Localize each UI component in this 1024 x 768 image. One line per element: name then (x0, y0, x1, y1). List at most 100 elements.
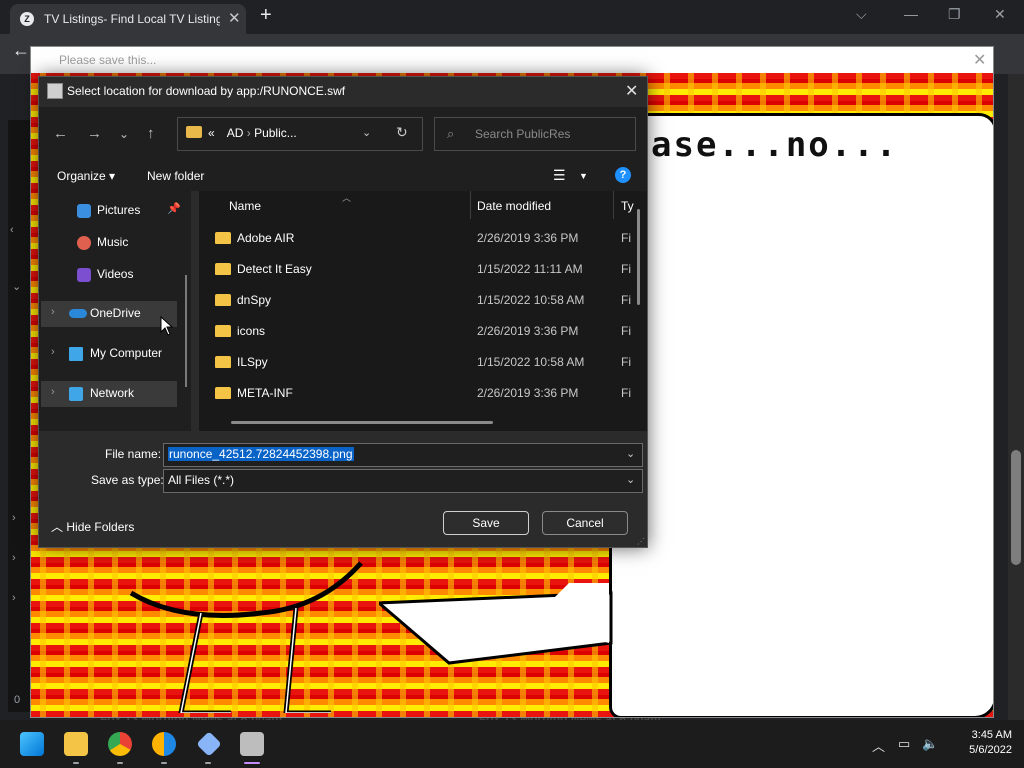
page-scrollbar-thumb[interactable] (1011, 450, 1021, 565)
chevron-down-icon[interactable]: ⌄ (626, 447, 635, 460)
sort-ascending-icon: ︿ (342, 193, 352, 203)
restore-button[interactable]: ❐ (948, 6, 961, 23)
chevron-right-icon[interactable]: › (12, 592, 16, 604)
folder-icon (215, 263, 231, 275)
flash-app-icon[interactable] (240, 732, 264, 756)
help-icon[interactable]: ? (615, 167, 631, 183)
breadcrumb-ad[interactable]: AD (227, 126, 244, 140)
new-tab-button[interactable]: + (260, 5, 272, 25)
file-list: ︿ Name Date modified Ty Adobe AIR 2/26/2… (199, 191, 647, 431)
chevron-right-icon[interactable]: › (12, 512, 16, 524)
tab-search-icon[interactable]: ⌵ (856, 6, 867, 23)
save-file-dialog: Select location for download by app:/RUN… (38, 76, 648, 548)
file-row[interactable]: icons 2/26/2019 3:36 PM Fi (209, 316, 631, 346)
dialog-close-icon[interactable]: ✕ (625, 81, 638, 101)
page-left-panel: ‹ ⌄ › › › 0 (8, 120, 30, 712)
back-arrow-icon[interactable]: ← (53, 125, 68, 142)
network-tray-icon[interactable]: ▭ (898, 736, 910, 752)
file-list-vertical-scrollbar[interactable] (637, 209, 640, 305)
file-list-horizontal-scrollbar[interactable] (231, 421, 493, 424)
folder-icon (215, 387, 231, 399)
chevron-right-icon[interactable]: › (12, 552, 16, 564)
back-button[interactable]: ← (12, 40, 30, 61)
browser-icon[interactable] (152, 732, 176, 756)
column-date-modified[interactable]: Date modified (477, 191, 551, 221)
forward-arrow-icon[interactable]: → (87, 125, 102, 142)
nav-item-music[interactable]: Music (41, 230, 177, 256)
page-scrollbar[interactable] (1008, 74, 1024, 720)
folder-icon (215, 294, 231, 306)
file-row[interactable]: Detect It Easy 1/15/2022 11:11 AM Fi (209, 254, 631, 284)
folder-icon (215, 232, 231, 244)
pin-icon[interactable]: 📌 (167, 202, 181, 215)
file-name-input[interactable]: runonce_42512.72824452398.png ⌄ (163, 443, 643, 467)
file-row[interactable]: Adobe AIR 2/26/2019 3:36 PM Fi (209, 223, 631, 253)
save-button[interactable]: Save (443, 511, 529, 535)
chevron-right-icon[interactable]: › (51, 346, 55, 358)
new-folder-button[interactable]: New folder (147, 169, 204, 183)
file-row[interactable]: dnSpy 1/15/2022 10:58 AM Fi (209, 285, 631, 315)
file-row[interactable]: META-INF 2/26/2019 3:36 PM Fi (209, 378, 631, 408)
collapse-icon[interactable]: ‹ (10, 224, 14, 236)
command-bar: Organize ▾ New folder ☰ ▼ ? (39, 161, 647, 191)
hide-folders-button[interactable]: ︿ Hide Folders (51, 518, 134, 535)
file-name-label: File name: (105, 447, 162, 461)
mouse-cursor-icon (160, 316, 174, 336)
app-diamond-icon[interactable] (196, 731, 222, 757)
file-row[interactable]: ILSpy 1/15/2022 10:58 AM Fi (209, 347, 631, 377)
clock-time: 3:45 AM (971, 729, 1012, 741)
nav-item-videos[interactable]: Videos (41, 262, 177, 288)
nav-item-pictures[interactable]: Pictures 📌 (41, 198, 181, 224)
organize-button[interactable]: Organize ▾ (57, 169, 115, 183)
flash-titlebar: Please save this... ✕ (31, 47, 993, 73)
nav-item-onedrive[interactable]: › OneDrive (41, 301, 177, 327)
app-icon (47, 83, 63, 99)
cancel-button[interactable]: Cancel (542, 511, 628, 535)
minimize-button[interactable]: — (904, 6, 918, 22)
save-type-select[interactable]: All Files (*.*) ⌄ (163, 469, 643, 493)
chrome-icon[interactable] (108, 732, 132, 756)
view-dropdown-icon[interactable]: ▼ (579, 171, 588, 181)
flash-close-icon[interactable]: ✕ (973, 50, 986, 70)
save-fields: File name: runonce_42512.72824452398.png… (39, 431, 647, 547)
column-type[interactable]: Ty (621, 191, 634, 221)
clock[interactable]: 3:45 AM 5/6/2022 (952, 728, 1012, 758)
chevron-down-icon[interactable]: ⌄ (626, 473, 635, 486)
computer-icon (69, 347, 83, 361)
character-legs (129, 561, 363, 713)
network-icon (69, 387, 83, 401)
chevron-right-icon[interactable]: › (51, 306, 55, 318)
file-explorer-icon[interactable] (64, 732, 88, 756)
close-window-button[interactable]: ✕ (994, 6, 1006, 23)
browser-tab[interactable]: Z TV Listings- Find Local TV Listings ✕ (10, 4, 246, 34)
speech-text: ase...no... (651, 125, 899, 165)
breadcrumb-dropdown-icon[interactable]: ⌄ (362, 126, 371, 139)
recent-locations-icon[interactable]: ⌄ (119, 127, 129, 141)
breadcrumb[interactable]: « AD › Public... ⌄ ↻ (177, 117, 423, 151)
tab-close-icon[interactable]: ✕ (228, 9, 241, 27)
volume-icon[interactable]: 🔈 (922, 736, 938, 752)
chevron-right-icon[interactable]: › (51, 386, 55, 398)
column-name[interactable]: Name (229, 191, 261, 221)
breadcrumb-public[interactable]: Public... (254, 126, 297, 140)
up-arrow-icon[interactable]: ↑ (147, 125, 155, 142)
breadcrumb-overflow[interactable]: « (208, 126, 215, 140)
chevron-up-icon: ︿ (51, 520, 64, 534)
nav-pane-scrollbar[interactable] (185, 275, 187, 387)
search-icon: ⌕ (447, 126, 455, 141)
folder-icon (215, 325, 231, 337)
chevron-down-icon[interactable]: ⌄ (12, 280, 21, 293)
start-icon[interactable] (20, 732, 44, 756)
folder-icon (215, 356, 231, 368)
resize-grip-icon[interactable]: ⋰ (637, 537, 645, 546)
view-options-icon[interactable]: ☰ (553, 167, 566, 184)
navigation-pane: Pictures 📌 Music Videos › OneDrive › My … (39, 191, 191, 431)
search-placeholder: Search PublicRes (475, 127, 571, 141)
nav-item-network[interactable]: › Network (41, 381, 177, 407)
refresh-icon[interactable]: ↻ (396, 124, 408, 141)
nav-item-my-computer[interactable]: › My Computer (41, 341, 177, 367)
music-icon (77, 236, 91, 250)
browser-titlebar: Z TV Listings- Find Local TV Listings ✕ … (0, 0, 1024, 34)
tray-overflow-icon[interactable]: ︿ (872, 736, 885, 755)
search-input[interactable]: ⌕ Search PublicRes (434, 117, 636, 151)
